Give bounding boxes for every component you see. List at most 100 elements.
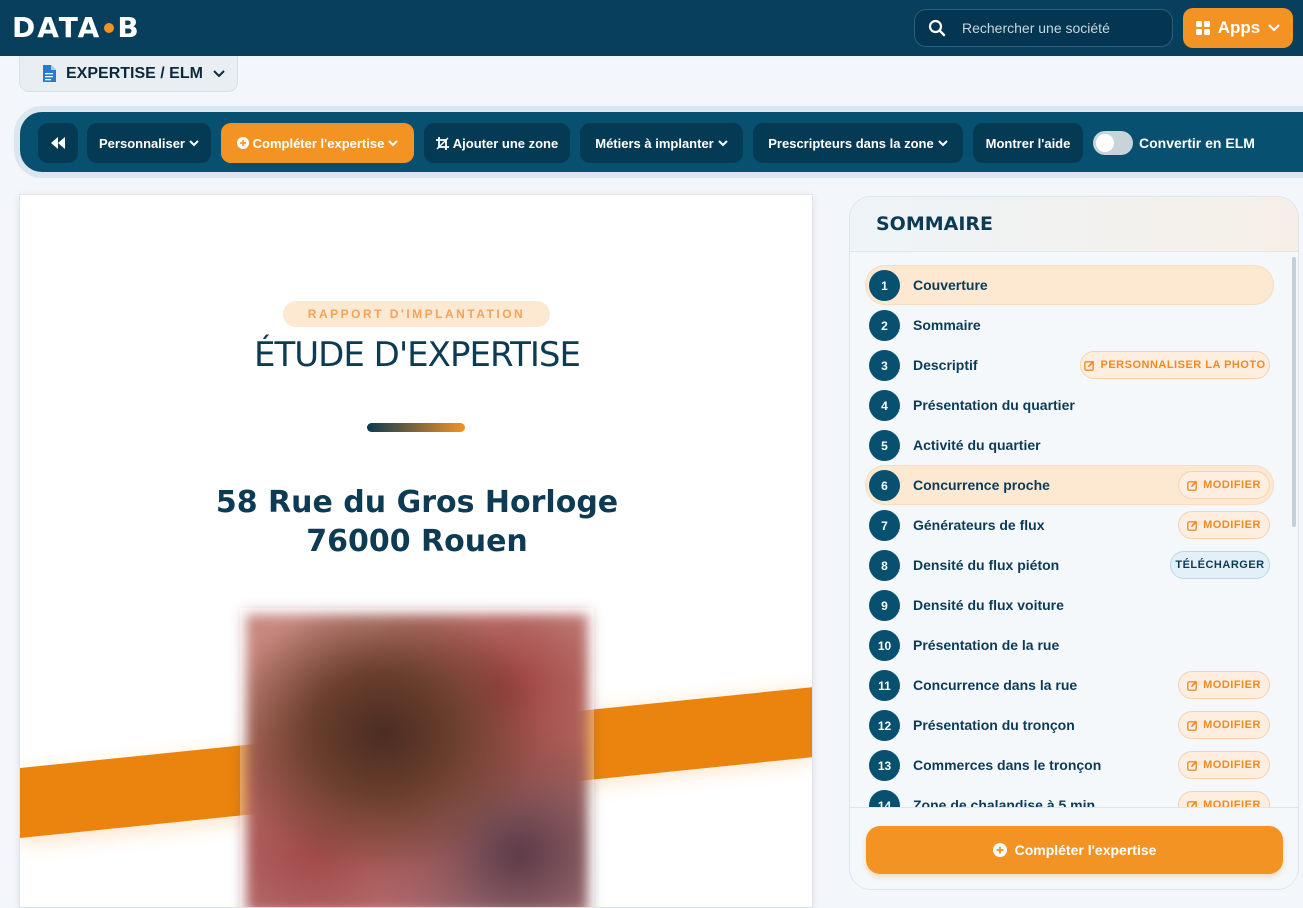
complete-expertise-label: Compléter l'expertise (252, 135, 385, 151)
modify-button[interactable]: MODIFIER (1178, 711, 1270, 739)
company-search[interactable] (914, 9, 1173, 47)
collapse-button[interactable] (38, 123, 78, 163)
action-label: PERSONNALISER LA PHOTO (1100, 359, 1266, 371)
item-label: Densité du flux piéton (913, 557, 1060, 573)
modify-button[interactable]: MODIFIER (1178, 471, 1270, 499)
edit-icon (1187, 680, 1198, 691)
edit-icon (1187, 800, 1198, 807)
add-zone-button[interactable]: Ajouter une zone (424, 123, 570, 163)
edit-icon (1187, 720, 1198, 731)
item-number: 5 (869, 430, 900, 461)
rewind-icon (51, 137, 65, 149)
sommaire-item[interactable]: 11 Concurrence dans la rue MODIFIER (866, 666, 1273, 704)
prescribers-label: Prescripteurs dans la zone (768, 135, 934, 151)
customize-photo-button[interactable]: PERSONNALISER LA PHOTO (1080, 351, 1270, 379)
grid-icon (1195, 21, 1210, 35)
sommaire-item[interactable]: 7 Générateurs de flux MODIFIER (866, 506, 1273, 544)
sommaire-item[interactable]: 6 Concurrence proche MODIFIER (866, 466, 1273, 504)
add-zone-label: Ajouter une zone (452, 135, 559, 151)
item-number: 2 (869, 310, 900, 341)
apps-label: Apps (1217, 18, 1261, 37)
item-number: 11 (869, 670, 900, 701)
item-number: 13 (869, 750, 900, 781)
item-label: Densité du flux voiture (913, 597, 1064, 613)
sommaire-header: SOMMAIRE (850, 197, 1298, 252)
address-street: 58 Rue du Gros Horloge (215, 485, 619, 520)
report-cover-page: RAPPORT D'IMPLANTATION ÉTUDE D'EXPERTISE… (19, 194, 813, 908)
plus-circle-icon (236, 137, 249, 149)
item-label: Descriptif (913, 357, 978, 373)
trades-dropdown[interactable]: Métiers à implanter (580, 123, 743, 163)
complete-expertise-button[interactable]: Compléter l'expertise (221, 123, 414, 163)
logo-dot (104, 23, 115, 33)
apps-button[interactable]: Apps (1183, 8, 1293, 48)
sommaire-item[interactable]: 4 Présentation du quartier (866, 386, 1273, 424)
chevron-down-icon (718, 139, 728, 146)
item-number: 10 (869, 630, 900, 661)
address-city: 76000 Rouen (306, 524, 528, 559)
customize-button[interactable]: Personnaliser (87, 123, 211, 163)
convert-elm-label: Convertir en ELM (1139, 135, 1255, 151)
gradient-divider (367, 423, 465, 432)
logo-text-b: B (117, 11, 141, 44)
item-label: Générateurs de flux (913, 517, 1045, 533)
sommaire-item[interactable]: 12 Présentation du tronçon MODIFIER (866, 706, 1273, 744)
item-label: Activité du quartier (913, 437, 1041, 453)
chevron-down-icon (938, 139, 948, 146)
sommaire-item[interactable]: 14 Zone de chalandise à 5 min MODIFIER (866, 786, 1273, 807)
sommaire-item[interactable]: 3 Descriptif PERSONNALISER LA PHOTO (866, 346, 1273, 384)
top-bar: DATA B Apps (0, 0, 1303, 56)
sommaire-item[interactable]: 5 Activité du quartier (866, 426, 1273, 464)
convert-elm-toggle[interactable] (1093, 131, 1133, 155)
logo-text: DATA (12, 11, 102, 44)
report-type-badge: RAPPORT D'IMPLANTATION (283, 301, 550, 327)
sommaire-item[interactable]: 2 Sommaire (866, 306, 1273, 344)
sommaire-list: 1 Couverture 2 Sommaire 3 Descriptif PERSONNAL… (850, 253, 1298, 807)
item-label: Présentation du tronçon (913, 717, 1075, 733)
plus-circle-icon (992, 843, 1007, 857)
show-help-label: Montrer l'aide (985, 135, 1071, 151)
item-number: 4 (869, 390, 900, 421)
location-photo (246, 614, 588, 907)
sommaire-panel: SOMMAIRE 1 Couverture 2 Sommaire 3 Descriptif… (849, 196, 1299, 890)
modify-button[interactable]: MODIFIER (1178, 671, 1270, 699)
edit-icon (1187, 520, 1198, 531)
sommaire-item[interactable]: 10 Présentation de la rue (866, 626, 1273, 664)
scrollbar[interactable] (1292, 257, 1296, 527)
prescribers-dropdown[interactable]: Prescripteurs dans la zone (753, 123, 963, 163)
item-label: Zone de chalandise à 5 min (913, 797, 1096, 807)
sommaire-item[interactable]: 13 Commerces dans le tronçon MODIFIER (866, 746, 1273, 784)
chevron-down-icon (213, 69, 225, 77)
edit-icon (1187, 760, 1198, 771)
document-selector[interactable]: EXPERTISE / ELM (19, 56, 238, 92)
item-number: 1 (869, 270, 900, 301)
document-label: EXPERTISE / ELM (66, 64, 203, 82)
modify-button[interactable]: MODIFIER (1178, 791, 1270, 807)
crop-icon (435, 136, 449, 150)
modify-button[interactable]: MODIFIER (1178, 511, 1270, 539)
item-label: Présentation de la rue (913, 637, 1060, 653)
edit-icon (1084, 360, 1095, 371)
sommaire-item[interactable]: 1 Couverture (866, 266, 1273, 304)
modify-button[interactable]: MODIFIER (1178, 751, 1270, 779)
edit-icon (1187, 480, 1198, 491)
data-b-logo[interactable]: DATA B (12, 12, 141, 44)
search-input[interactable] (962, 20, 1152, 36)
item-label: Commerces dans le tronçon (913, 757, 1102, 773)
action-label: MODIFIER (1203, 799, 1261, 807)
complete-expertise-cta[interactable]: Compléter l'expertise (866, 826, 1283, 874)
item-number: 6 (869, 470, 900, 501)
item-label: Concurrence dans la rue (913, 677, 1078, 693)
sommaire-item[interactable]: 9 Densité du flux voiture (866, 586, 1273, 624)
show-help-button[interactable]: Montrer l'aide (973, 123, 1083, 163)
item-number: 8 (869, 550, 900, 581)
action-label: MODIFIER (1203, 479, 1261, 491)
action-label: MODIFIER (1203, 719, 1261, 731)
download-button[interactable]: TÉLÉCHARGER (1170, 551, 1270, 579)
customize-label: Personnaliser (99, 135, 185, 151)
chevron-down-icon (1268, 24, 1280, 32)
item-label: Concurrence proche (913, 477, 1050, 493)
chevron-down-icon (388, 139, 399, 146)
sommaire-footer: Compléter l'expertise (850, 807, 1298, 889)
sommaire-item[interactable]: 8 Densité du flux piéton TÉLÉCHARGER (866, 546, 1273, 584)
